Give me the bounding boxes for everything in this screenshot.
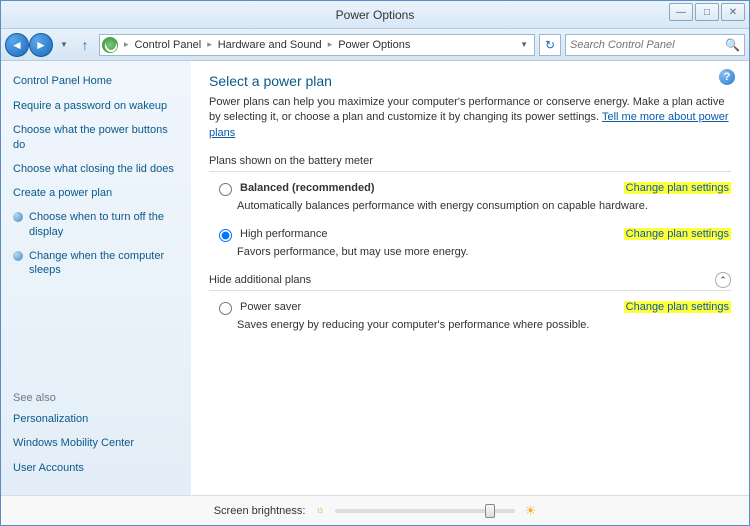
address-bar[interactable]: ▸ Control Panel ▸ Hardware and Sound ▸ P… (99, 34, 535, 56)
slider-thumb[interactable] (485, 504, 495, 518)
page-title: Select a power plan (209, 73, 731, 89)
plan-name: Balanced (recommended) (240, 182, 374, 194)
bullet-icon (13, 212, 23, 222)
footer: Screen brightness: ☼ ☀ (1, 495, 749, 525)
brightness-label: Screen brightness: (214, 505, 306, 517)
plan-radio-balanced[interactable] (219, 183, 232, 196)
see-also-mobility[interactable]: Windows Mobility Center (13, 436, 134, 450)
plan-name: Power saver (240, 301, 301, 313)
breadcrumb[interactable]: Hardware and Sound (214, 39, 326, 51)
plan-power-saver: Power saver Change plan settings (209, 301, 731, 315)
sidebar-link-lid[interactable]: Choose what closing the lid does (13, 162, 179, 176)
forward-button[interactable]: ► (29, 33, 53, 57)
change-plan-settings-link[interactable]: Change plan settings (624, 228, 731, 240)
refresh-button[interactable]: ↻ (539, 34, 561, 56)
minimize-button[interactable]: — (669, 3, 693, 21)
window-controls: — □ ✕ (669, 3, 745, 21)
sidebar-link-sleep[interactable]: Change when the computer sleeps (13, 249, 179, 278)
sidebar-link-create-plan[interactable]: Create a power plan (13, 186, 179, 200)
see-also-personalization[interactable]: Personalization (13, 412, 134, 426)
chevron-right-icon[interactable]: ▸ (326, 39, 335, 50)
sun-bright-icon: ☀ (525, 503, 537, 519)
see-also-title: See also (13, 392, 134, 404)
power-options-icon (102, 37, 118, 53)
sidebar-link-display-off[interactable]: Choose when to turn off the display (13, 210, 179, 239)
plan-desc: Automatically balances performance with … (209, 200, 731, 212)
see-also-user-accounts[interactable]: User Accounts (13, 461, 134, 475)
titlebar: Power Options — □ ✕ (1, 1, 749, 29)
search-input[interactable] (570, 39, 725, 51)
sidebar-link-power-buttons[interactable]: Choose what the power buttons do (13, 123, 179, 152)
sun-dim-icon: ☼ (315, 505, 324, 516)
breadcrumb[interactable]: Power Options (334, 39, 414, 51)
sidebar: Control Panel Home Require a password on… (1, 61, 191, 495)
plan-name: High performance (240, 228, 327, 240)
history-dropdown-icon[interactable]: ▼ (57, 33, 71, 57)
change-plan-settings-link[interactable]: Change plan settings (624, 182, 731, 194)
chevron-right-icon[interactable]: ▸ (205, 39, 214, 50)
search-box[interactable]: 🔍 (565, 34, 745, 56)
intro-text: Power plans can help you maximize your c… (209, 95, 731, 141)
plan-radio-power-saver[interactable] (219, 302, 232, 315)
plan-desc: Favors performance, but may use more ene… (209, 246, 731, 258)
window-title: Power Options (336, 8, 415, 22)
plan-radio-high-perf[interactable] (219, 229, 232, 242)
section-hide-additional[interactable]: Hide additional plans ⌃ (209, 274, 731, 291)
help-icon[interactable]: ? (719, 69, 735, 85)
breadcrumb[interactable]: Control Panel (131, 39, 206, 51)
search-icon[interactable]: 🔍 (725, 38, 740, 52)
plan-balanced: Balanced (recommended) Change plan setti… (209, 182, 731, 196)
chevron-right-icon[interactable]: ▸ (122, 39, 131, 50)
back-button[interactable]: ◄ (5, 33, 29, 57)
bullet-icon (13, 251, 23, 261)
plan-desc: Saves energy by reducing your computer's… (209, 319, 731, 331)
change-plan-settings-link[interactable]: Change plan settings (624, 301, 731, 313)
brightness-slider[interactable] (335, 509, 515, 513)
address-dropdown-icon[interactable]: ▼ (516, 40, 532, 49)
navbar: ◄ ► ▼ ↑ ▸ Control Panel ▸ Hardware and S… (1, 29, 749, 61)
section-battery-plans: Plans shown on the battery meter (209, 155, 731, 172)
sidebar-home[interactable]: Control Panel Home (13, 75, 179, 87)
sidebar-link-password[interactable]: Require a password on wakeup (13, 99, 179, 113)
plan-high-performance: High performance Change plan settings (209, 228, 731, 242)
maximize-button[interactable]: □ (695, 3, 719, 21)
content-area: ? Select a power plan Power plans can he… (191, 61, 749, 495)
up-button[interactable]: ↑ (75, 35, 95, 55)
collapse-icon[interactable]: ⌃ (715, 272, 731, 288)
close-button[interactable]: ✕ (721, 3, 745, 21)
